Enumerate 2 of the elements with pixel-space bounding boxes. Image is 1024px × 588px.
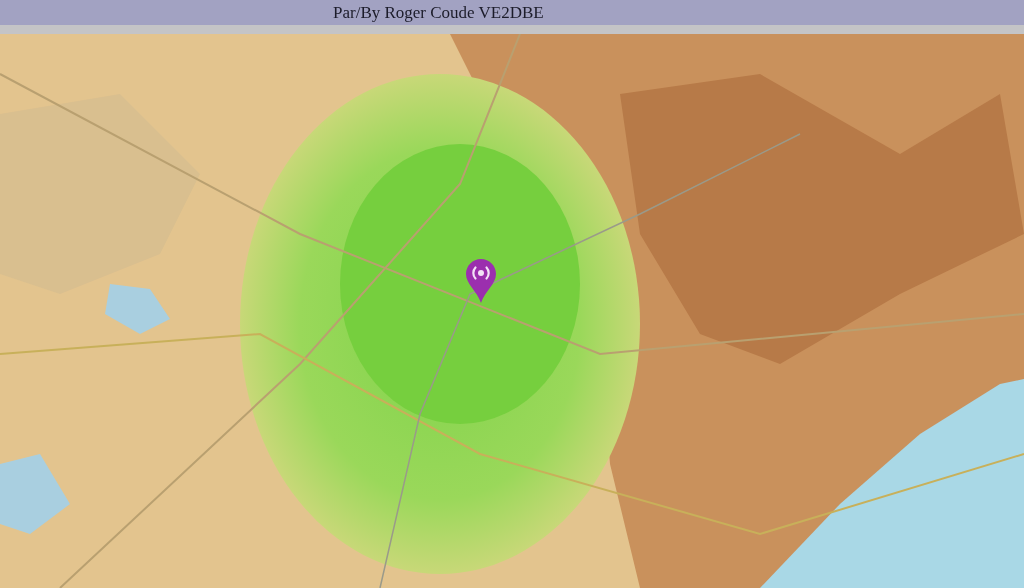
author-credit: Par/By Roger Coude VE2DBE [333,2,544,23]
radio-map-pin-icon[interactable] [465,258,497,304]
